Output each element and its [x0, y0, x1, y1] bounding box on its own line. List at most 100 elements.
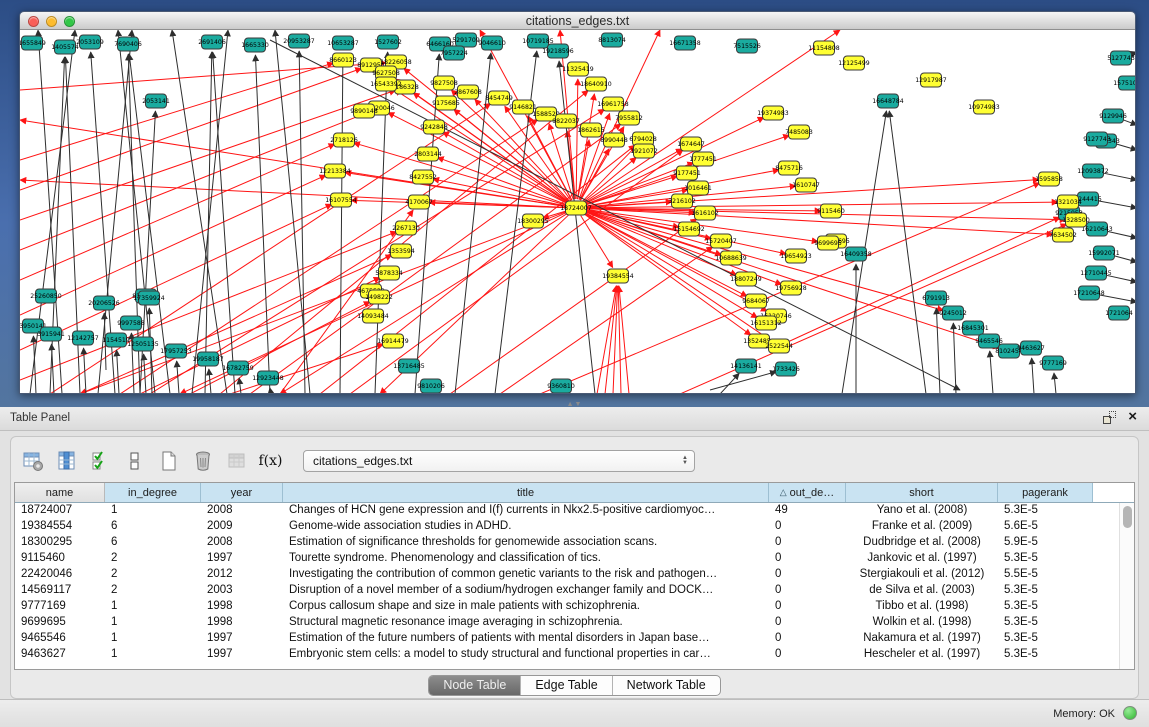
graph-node[interactable]: 8475716 [775, 161, 803, 175]
show-column-button[interactable] [53, 448, 80, 475]
table-cell[interactable]: 0 [769, 535, 846, 551]
table-cell[interactable]: 6 [105, 519, 201, 535]
table-mode-button[interactable] [19, 448, 46, 475]
graph-node[interactable]: 9810206 [417, 379, 445, 393]
graph-node[interactable]: 9822037 [552, 114, 580, 128]
graph-node[interactable]: 15154692 [673, 222, 705, 236]
table-cell[interactable]: 5.3E-5 [998, 631, 1093, 647]
table-row[interactable]: 1872400712008Changes of HCN gene express… [15, 503, 1134, 519]
table-cell[interactable]: Corpus callosum shape and size in male p… [283, 599, 769, 615]
table-cell[interactable]: 18300295 [15, 535, 105, 551]
table-row[interactable]: 946362711997Embryonic stem cells: a mode… [15, 647, 1134, 663]
tab-network-table[interactable]: Network Table [612, 676, 720, 695]
graph-node[interactable]: 16914479 [377, 334, 409, 348]
table-cell[interactable]: 2012 [201, 567, 283, 583]
graph-node[interactable]: 1405574 [51, 40, 79, 54]
table-cell[interactable]: 0 [769, 647, 846, 663]
graph-node[interactable]: 1328500 [1062, 213, 1090, 227]
graph-node[interactable]: 14136141 [730, 359, 762, 373]
graph-node[interactable]: 3915941 [37, 327, 65, 341]
table-cell[interactable]: 5.3E-5 [998, 615, 1093, 631]
table-cell[interactable]: Hescheler et al. (1997) [846, 647, 998, 663]
graph-node[interactable]: 18300295 [517, 214, 549, 228]
graph-edge[interactable] [213, 52, 235, 393]
graph-node[interactable]: 16845301 [957, 321, 989, 335]
table-selector-dropdown[interactable]: citations_edges.txt ▲ ▼ [303, 450, 695, 472]
graph-node[interactable]: 15992071 [1088, 246, 1120, 260]
graph-node[interactable]: 2267130 [392, 221, 420, 235]
graph-node[interactable]: 1595858 [1035, 172, 1063, 186]
table-row[interactable]: 946554611997Estimation of the future num… [15, 631, 1134, 647]
table-cell[interactable]: Structural magnetic resonance image aver… [283, 615, 769, 631]
table-cell[interactable]: Changes of HCN gene expression and I(f) … [283, 503, 769, 519]
graph-node[interactable]: 15720407 [705, 234, 737, 248]
float-panel-icon[interactable] [1103, 411, 1116, 424]
graph-node[interactable]: 4170067 [405, 195, 433, 209]
graph-node[interactable]: 12710445 [1080, 266, 1112, 280]
delete-column-button[interactable] [189, 448, 216, 475]
table-cell[interactable]: 2003 [201, 583, 283, 599]
table-cell[interactable]: 2008 [201, 535, 283, 551]
table-cell[interactable]: 1 [105, 599, 201, 615]
graph-edge[interactable] [577, 94, 594, 199]
graph-node[interactable]: 1674647 [677, 137, 705, 151]
table-cell[interactable]: 1998 [201, 615, 283, 631]
table-cell[interactable]: Jankovic et al. (1997) [846, 551, 998, 567]
graph-node[interactable]: 19958187 [192, 352, 224, 366]
graph-edge[interactable] [500, 247, 713, 393]
table-cell[interactable]: Estimation of significance thresholds fo… [283, 535, 769, 551]
graph-node[interactable]: 9129946 [1099, 109, 1127, 123]
graph-node[interactable]: 13716485 [393, 359, 425, 373]
table-cell[interactable]: Dudbridge et al. (2008) [846, 535, 998, 551]
table-cell[interactable]: 0 [769, 599, 846, 615]
table-cell[interactable]: 1997 [201, 631, 283, 647]
graph-node[interactable]: 8454749 [485, 91, 513, 105]
graph-node[interactable]: 20953287 [283, 34, 315, 48]
graph-node[interactable]: 12093872 [1077, 164, 1109, 178]
graph-node[interactable]: 16782759 [222, 361, 254, 375]
table-cell[interactable]: 5.3E-5 [998, 583, 1093, 599]
graph-edge[interactable] [51, 344, 54, 393]
network-window-titlebar[interactable]: citations_edges.txt [20, 12, 1135, 30]
graph-node[interactable]: 16961758 [597, 97, 629, 111]
graph-node[interactable]: 9684067 [742, 294, 770, 308]
table-cell[interactable]: Yano et al. (2008) [846, 503, 998, 519]
table-cell[interactable]: 6 [105, 535, 201, 551]
panel-resize-handle[interactable]: ▲▼ [567, 401, 583, 409]
table-cell[interactable]: 1998 [201, 599, 283, 615]
graph-edge[interactable] [209, 369, 211, 393]
graph-edge[interactable] [889, 111, 926, 393]
table-cell[interactable]: 14569117 [15, 583, 105, 599]
graph-node[interactable]: 9245012 [939, 306, 967, 320]
graph-node[interactable]: 10653287 [327, 36, 359, 50]
column-header-pagerank[interactable]: pagerank [998, 483, 1093, 502]
graph-node[interactable]: 6791913 [922, 291, 950, 305]
graph-node[interactable]: 1777451 [689, 152, 717, 166]
graph-node[interactable]: 1721064 [1105, 306, 1133, 320]
delete-table-button[interactable] [223, 448, 250, 475]
column-header-in-degree[interactable]: in_degree [105, 483, 201, 502]
table-cell[interactable]: 1 [105, 503, 201, 519]
graph-node[interactable]: 9242848 [420, 120, 448, 134]
graph-node[interactable]: 25260850 [30, 289, 62, 303]
graph-edge[interactable] [990, 351, 993, 393]
column-header-name[interactable]: name [15, 483, 105, 502]
table-scrollbar[interactable] [1119, 503, 1134, 669]
graph-edge[interactable] [584, 117, 764, 204]
table-cell[interactable]: 2008 [201, 503, 283, 519]
graph-node[interactable]: 11154808 [808, 41, 840, 55]
table-cell[interactable]: 22420046 [15, 567, 105, 583]
graph-node[interactable]: 8660123 [329, 53, 357, 67]
table-cell[interactable]: 9699695 [15, 615, 105, 631]
table-cell[interactable]: 5.3E-5 [998, 551, 1093, 567]
graph-edge[interactable] [450, 219, 697, 393]
table-cell[interactable]: 1997 [201, 647, 283, 663]
graph-node[interactable]: 2691406 [198, 35, 226, 49]
table-row[interactable]: 1938455462009Genome-wide association stu… [15, 519, 1134, 535]
graph-node[interactable]: 1655849 [20, 36, 46, 50]
graph-node[interactable]: 10974983 [968, 100, 1000, 114]
graph-node[interactable]: 2718126 [330, 133, 358, 147]
graph-node[interactable]: 8813074 [598, 33, 626, 47]
table-cell[interactable]: 0 [769, 583, 846, 599]
graph-edge[interactable] [255, 55, 270, 393]
